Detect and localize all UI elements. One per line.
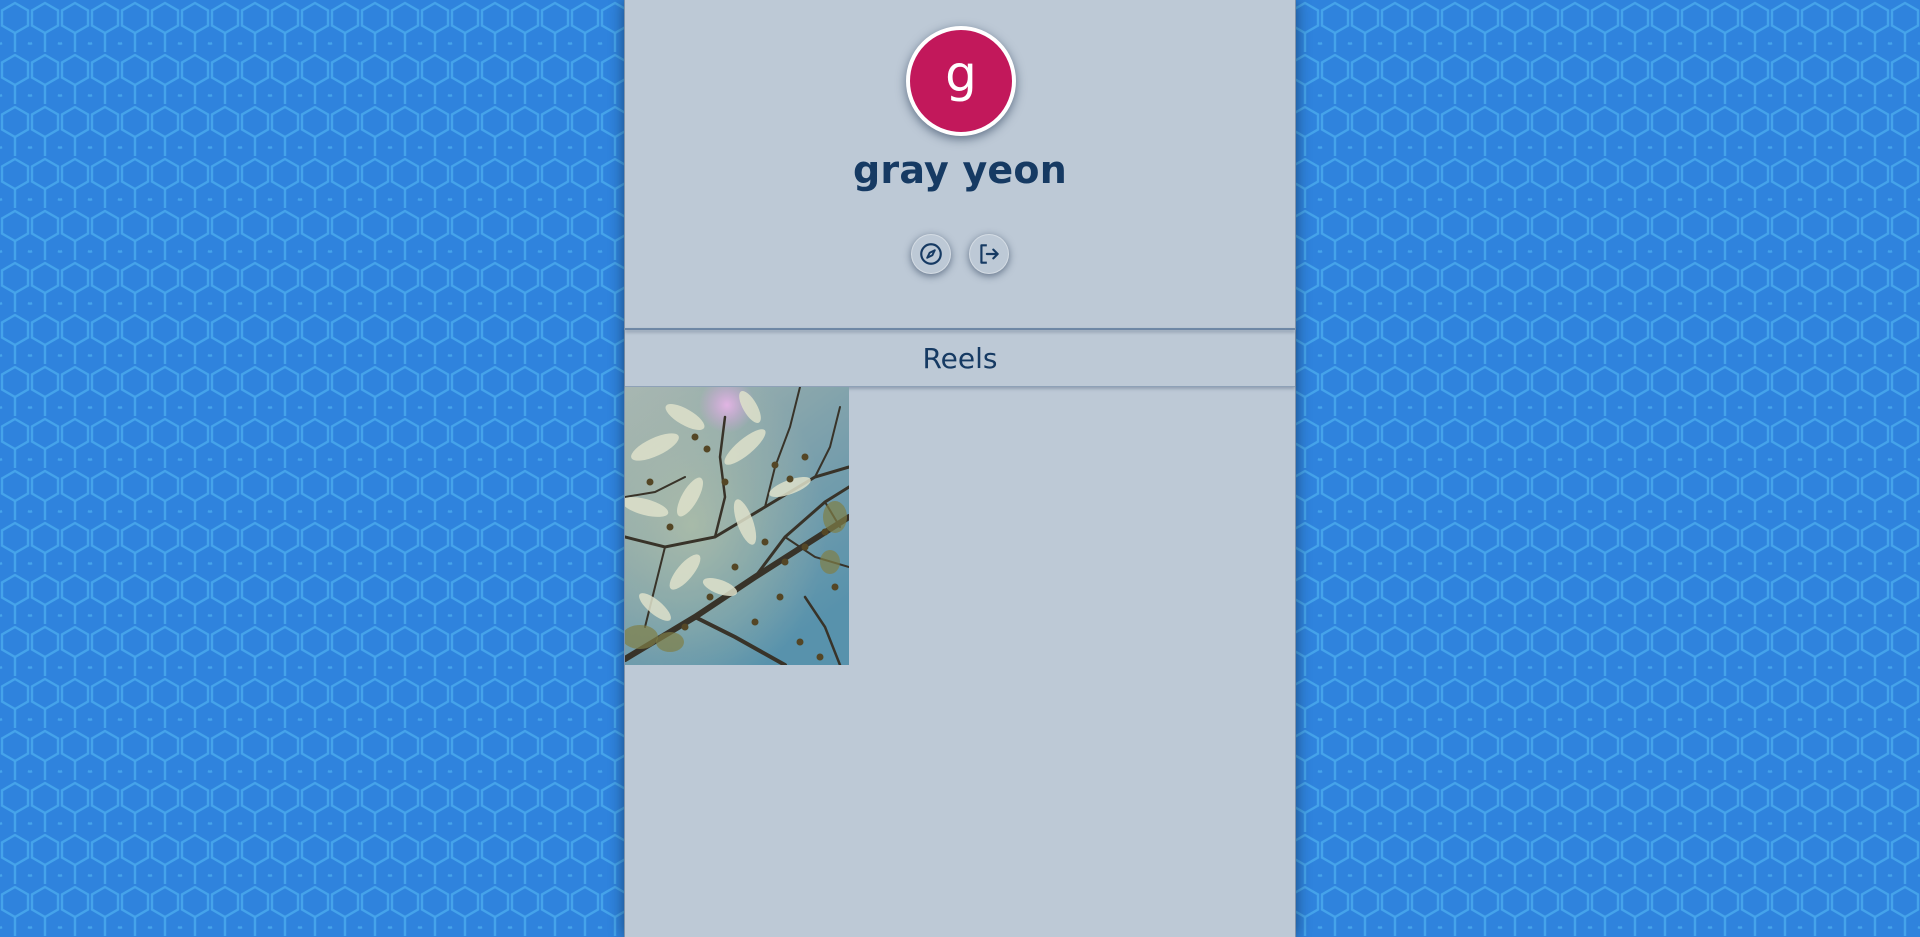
- profile-header: g gray yeon: [625, 0, 1295, 328]
- avatar[interactable]: g: [906, 26, 1016, 136]
- reels-grid: [625, 387, 1295, 665]
- profile-name: gray yeon: [853, 148, 1067, 192]
- compass-icon: [920, 243, 942, 265]
- reel-thumbnail[interactable]: [625, 387, 849, 665]
- reel-image: [625, 387, 849, 665]
- profile-panel: g gray yeon Reels: [624, 0, 1296, 937]
- explore-button[interactable]: [911, 234, 951, 274]
- tab-reels[interactable]: Reels: [922, 342, 997, 375]
- profile-actions: [625, 234, 1295, 274]
- tab-bar: Reels: [625, 330, 1295, 387]
- avatar-initial: g: [945, 45, 977, 103]
- logout-button[interactable]: [969, 234, 1009, 274]
- logout-icon: [980, 244, 999, 264]
